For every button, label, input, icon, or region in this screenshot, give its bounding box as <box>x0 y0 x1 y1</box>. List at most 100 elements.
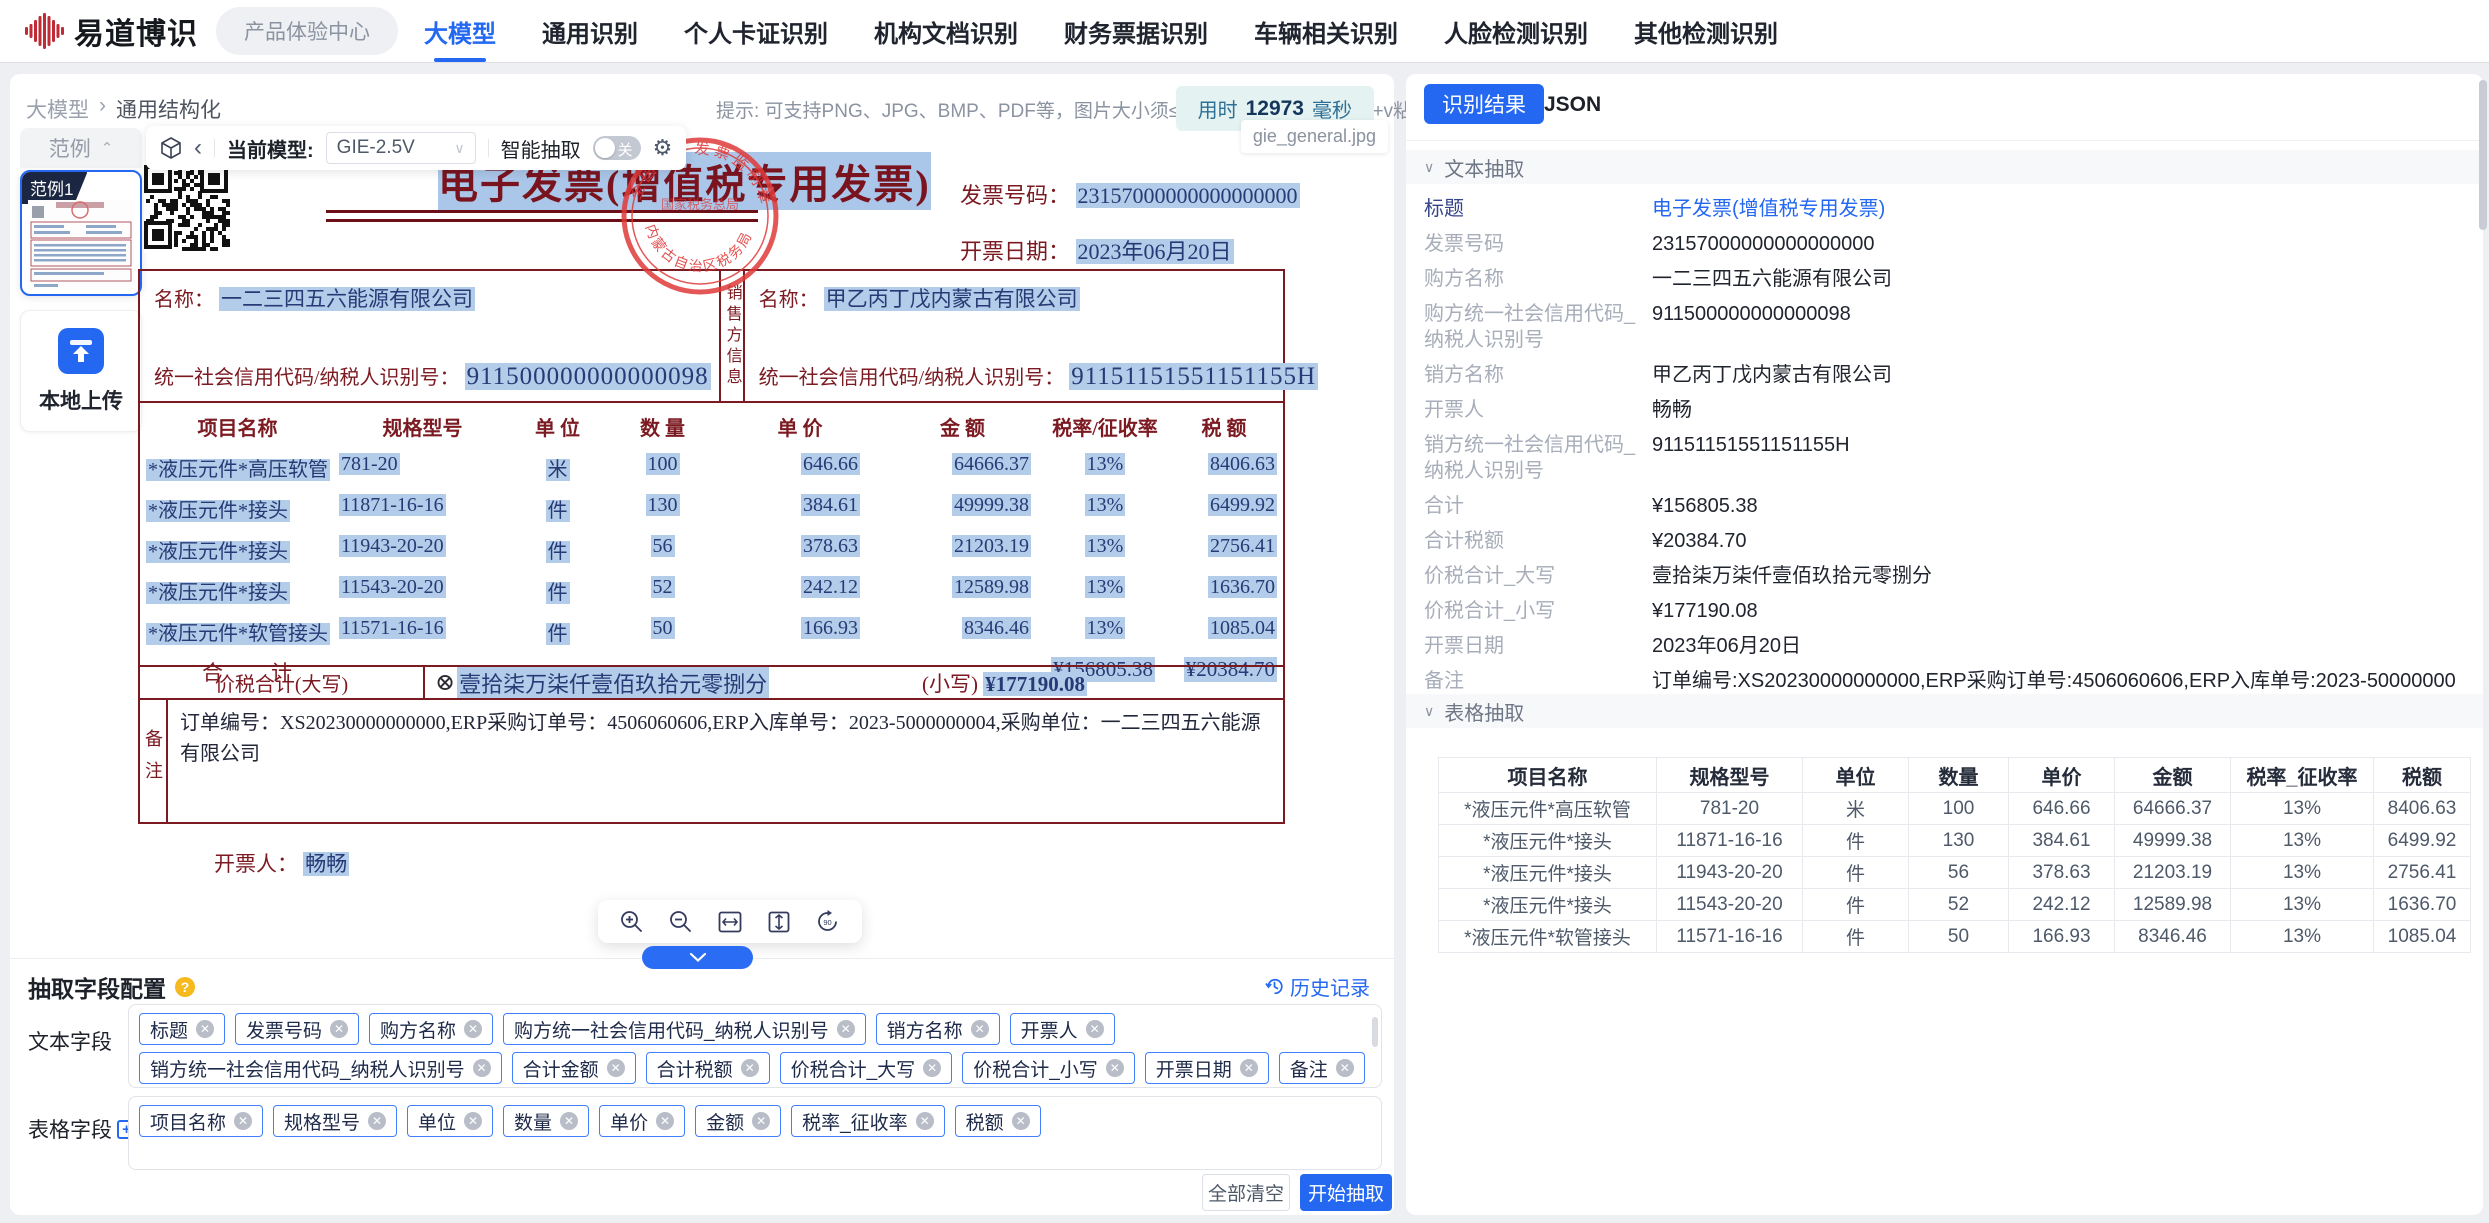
model-select[interactable]: GIE-2.5V ∨ <box>326 132 476 164</box>
remove-chip-icon[interactable]: ✕ <box>1106 1059 1124 1077</box>
remove-chip-icon[interactable]: ✕ <box>473 1059 491 1077</box>
extracted-field-row[interactable]: 价税合计_大写 壹拾柒万柒仟壹佰玖拾元零捌分 <box>1424 563 2466 589</box>
table-extract-section-header[interactable]: ∨ 表格抽取 <box>1406 694 2483 728</box>
help-icon[interactable]: ? <box>175 977 195 997</box>
invoice-document: 电子发票(增值税专用发票) 全国统一发票监制章 内蒙古自治区税务局 <box>138 144 1290 904</box>
field-chip[interactable]: 单价 ✕ <box>599 1105 685 1137</box>
field-chip[interactable]: 单位 ✕ <box>407 1105 493 1137</box>
invoice-cell: 64666.37 <box>952 453 1031 475</box>
smart-extract-toggle[interactable]: 关 <box>593 136 641 160</box>
extracted-field-row[interactable]: 购方名称 一二三四五六能源有限公司 <box>1424 266 2466 292</box>
field-chip[interactable]: 购方统一社会信用代码_纳税人识别号 ✕ <box>503 1013 866 1045</box>
field-chip[interactable]: 销方名称 ✕ <box>876 1013 1000 1045</box>
field-chip[interactable]: 价税合计_大写 ✕ <box>780 1052 953 1084</box>
remove-chip-icon[interactable]: ✕ <box>916 1112 934 1130</box>
extracted-field-row[interactable]: 购方统一社会信用代码_纳税人识别号 911500000000000098 <box>1424 301 2466 353</box>
rotate-90-icon[interactable]: 90 <box>816 910 840 933</box>
nav-tab[interactable]: 通用识别 <box>542 0 638 62</box>
remove-chip-icon[interactable]: ✕ <box>607 1059 625 1077</box>
remove-chip-icon[interactable]: ✕ <box>752 1112 770 1130</box>
breadcrumb: 大模型 › 通用结构化 <box>26 94 221 124</box>
remove-chip-icon[interactable]: ✕ <box>1240 1059 1258 1077</box>
extracted-field-row[interactable]: 标题 电子发票(增值税专用发票) <box>1424 196 2466 222</box>
field-chip[interactable]: 价税合计_小写 ✕ <box>962 1052 1135 1084</box>
field-chip[interactable]: 规格型号 ✕ <box>273 1105 397 1137</box>
field-chip[interactable]: 购方名称 ✕ <box>369 1013 493 1045</box>
tab-recognition-result[interactable]: 识别结果 <box>1424 84 1544 124</box>
remove-chip-icon[interactable]: ✕ <box>656 1112 674 1130</box>
extracted-field-row[interactable]: 价税合计_小写 ¥177190.08 <box>1424 598 2466 624</box>
extracted-field-row[interactable]: 开票人 畅畅 <box>1424 397 2466 423</box>
nav-tab[interactable]: 其他检测识别 <box>1634 0 1778 62</box>
remove-chip-icon[interactable]: ✕ <box>1086 1020 1104 1038</box>
sample-thumbnail-card[interactable]: 范例1 <box>20 170 142 296</box>
drawer-label: 开票人： <box>214 852 298 876</box>
table-cell: 13% <box>2231 857 2374 889</box>
extracted-field-row[interactable]: 合计税额 ¥20384.70 <box>1424 528 2466 554</box>
nav-tab[interactable]: 车辆相关识别 <box>1254 0 1398 62</box>
nav-tab[interactable]: 大模型 <box>424 0 496 62</box>
clear-all-button[interactable]: 全部清空 <box>1202 1174 1290 1211</box>
remove-chip-icon[interactable]: ✕ <box>971 1020 989 1038</box>
field-chip-label: 税率_征收率 <box>802 1108 908 1135</box>
chips-scrollbar[interactable] <box>1372 1017 1378 1047</box>
zoom-out-icon[interactable] <box>669 910 692 933</box>
invoice-cell: 13% <box>1085 576 1126 598</box>
breadcrumb-root[interactable]: 大模型 <box>26 94 89 124</box>
field-chip[interactable]: 合计税额 ✕ <box>646 1052 770 1084</box>
field-chip[interactable]: 销方统一社会信用代码_纳税人识别号 ✕ <box>139 1052 502 1084</box>
remove-chip-icon[interactable]: ✕ <box>196 1020 214 1038</box>
page-scrollbar[interactable] <box>2479 80 2487 230</box>
field-chip[interactable]: 税率_征收率 ✕ <box>791 1105 945 1137</box>
local-upload-button[interactable]: 本地上传 <box>20 310 142 432</box>
tab-json[interactable]: JSON <box>1544 93 1601 117</box>
zoom-in-icon[interactable] <box>620 910 643 933</box>
nav-tab[interactable]: 机构文档识别 <box>874 0 1018 62</box>
extracted-field-row[interactable]: 合计 ¥156805.38 <box>1424 493 2466 519</box>
nav-tab[interactable]: 财务票据识别 <box>1064 0 1208 62</box>
gear-icon[interactable]: ⚙ <box>653 135 673 161</box>
remove-chip-icon[interactable]: ✕ <box>234 1112 252 1130</box>
field-chip-label: 销方统一社会信用代码_纳税人识别号 <box>150 1055 465 1082</box>
remove-chip-icon[interactable]: ✕ <box>741 1059 759 1077</box>
history-link[interactable]: 历史记录 <box>1265 972 1370 1001</box>
remove-chip-icon[interactable]: ✕ <box>923 1059 941 1077</box>
start-extract-button[interactable]: 开始抽取 <box>1300 1174 1392 1211</box>
remove-chip-icon[interactable]: ✕ <box>560 1112 578 1130</box>
collapse-image-button[interactable] <box>642 946 753 969</box>
field-chip[interactable]: 备注 ✕ <box>1279 1052 1365 1084</box>
text-extract-section-header[interactable]: ∨ 文本抽取 <box>1406 150 2483 184</box>
extracted-field-row[interactable]: 开票日期 2023年06月20日 <box>1424 633 2466 659</box>
remove-chip-icon[interactable]: ✕ <box>464 1020 482 1038</box>
remove-chip-icon[interactable]: ✕ <box>1336 1059 1354 1077</box>
model-toolbar: ‹ 当前模型: GIE-2.5V ∨ 智能抽取 关 ⚙ <box>146 126 686 170</box>
extracted-field-row[interactable]: 销方名称 甲乙丙丁戊内蒙古有限公司 <box>1424 362 2466 388</box>
field-chip[interactable]: 税额 ✕ <box>955 1105 1041 1137</box>
field-chip[interactable]: 金额 ✕ <box>695 1105 781 1137</box>
nav-tab[interactable]: 人脸检测识别 <box>1444 0 1588 62</box>
field-chip[interactable]: 标题 ✕ <box>139 1013 225 1045</box>
field-chip[interactable]: 项目名称 ✕ <box>139 1105 263 1137</box>
result-panel: 识别结果 JSON ∨ 文本抽取 标题 电子发票(增值税专用发票) 发票号码 2… <box>1406 74 2483 1215</box>
remove-chip-icon[interactable]: ✕ <box>464 1112 482 1130</box>
remove-chip-icon[interactable]: ✕ <box>837 1020 855 1038</box>
field-chip[interactable]: 数量 ✕ <box>503 1105 589 1137</box>
nav-tab[interactable]: 个人卡证识别 <box>684 0 828 62</box>
extracted-field-row[interactable]: 销方统一社会信用代码_纳税人识别号 91151151551151155H <box>1424 432 2466 484</box>
field-chip[interactable]: 开票日期 ✕ <box>1145 1052 1269 1084</box>
invoice-column-header: 数 量 <box>605 403 720 447</box>
fit-width-icon[interactable] <box>718 911 742 933</box>
field-chip[interactable]: 发票号码 ✕ <box>235 1013 359 1045</box>
remove-chip-icon[interactable]: ✕ <box>1012 1112 1030 1130</box>
invoice-items-box: 项目名称规格型号单 位数 量单 价金 额税率/征收率税 额*液压元件*高压软管7… <box>138 401 1285 667</box>
experience-center-button[interactable]: 产品体验中心 <box>216 7 398 55</box>
remove-chip-icon[interactable]: ✕ <box>368 1112 386 1130</box>
top-navbar: 易道博识 产品体验中心 大模型 通用识别 个人卡证识别 机构文档识别 财务票据识… <box>0 0 2489 62</box>
field-chip[interactable]: 合计金额 ✕ <box>512 1052 636 1084</box>
collapse-left-icon[interactable]: ‹ <box>194 138 202 158</box>
fit-height-icon[interactable] <box>768 911 790 933</box>
field-chip[interactable]: 开票人 ✕ <box>1010 1013 1115 1045</box>
extracted-field-row[interactable]: 发票号码 23157000000000000000 <box>1424 231 2466 257</box>
sample-collapse-header[interactable]: 范例 ⌃ <box>20 128 142 168</box>
remove-chip-icon[interactable]: ✕ <box>330 1020 348 1038</box>
